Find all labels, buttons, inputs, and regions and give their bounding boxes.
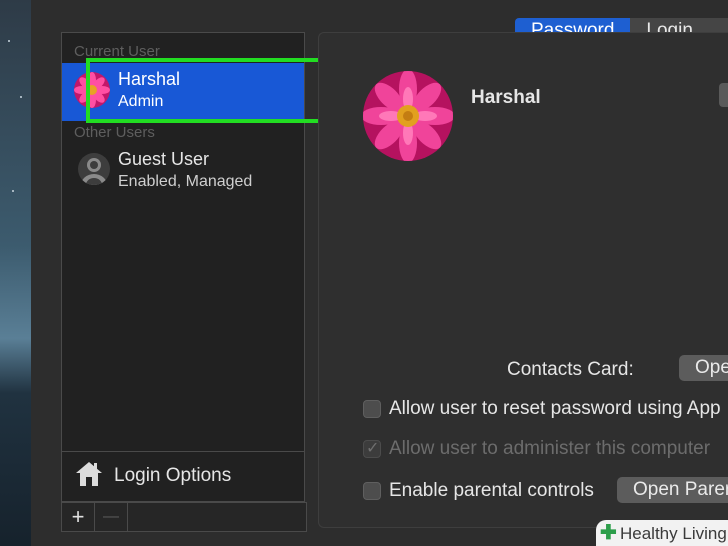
checkmark-icon: ✓ — [366, 440, 380, 457]
add-user-button[interactable]: + — [62, 503, 95, 531]
user-picture[interactable] — [363, 71, 453, 161]
full-name-label: Harshal — [471, 87, 541, 108]
parental-controls-row[interactable]: Enable parental controls — [363, 478, 603, 504]
administer-checkbox: ✓ — [363, 440, 381, 458]
pink-flower-avatar — [74, 72, 110, 108]
user-name-harshal: Harshal — [118, 69, 181, 89]
plus-icon: + — [71, 504, 85, 529]
user-details-pane: Harshal Contacts Card: Open... Allow use… — [318, 32, 728, 528]
reset-password-label: Allow user to reset password using App — [389, 398, 721, 419]
cross-logo-icon: ✚ — [600, 522, 617, 544]
contacts-card-label: Contacts Card: — [507, 359, 634, 380]
contacts-open-button[interactable]: Open... — [679, 355, 728, 381]
reset-password-checkbox[interactable] — [363, 400, 381, 418]
house-icon — [74, 459, 104, 494]
login-options-button[interactable]: Login Options — [74, 457, 294, 493]
change-password-button[interactable] — [719, 83, 728, 107]
user-row-guest[interactable]: Guest User Enabled, Managed — [62, 143, 304, 201]
reset-password-row[interactable]: Allow user to reset password using App — [363, 396, 728, 422]
user-row-harshal[interactable]: Harshal Admin — [62, 63, 304, 121]
other-users-header: Other Users — [74, 124, 155, 141]
administer-label: Allow user to administer this computer — [389, 438, 711, 459]
sidebar-footer: + — — [61, 502, 307, 532]
open-parental-controls-button[interactable]: Open Parer — [617, 477, 728, 503]
watermark-text: Healthy Living — [620, 524, 727, 543]
sidebar-divider — [62, 451, 304, 452]
minus-icon: — — [103, 508, 119, 525]
user-role-harshal: Admin — [118, 93, 164, 110]
user-list-sidebar: Current User Harshal Admin Other Users G… — [61, 32, 305, 502]
parental-controls-checkbox[interactable] — [363, 482, 381, 500]
user-status-guest: Enabled, Managed — [118, 173, 253, 190]
login-options-label: Login Options — [114, 465, 232, 486]
administer-row: ✓ Allow user to administer this computer — [363, 436, 728, 462]
users-groups-window: Password Login Iter Current User — [31, 0, 728, 546]
remove-user-button[interactable]: — — [95, 503, 128, 531]
current-user-header: Current User — [74, 43, 160, 60]
guest-user-icon — [78, 153, 110, 185]
user-name-guest: Guest User — [118, 149, 210, 169]
healthy-living-watermark: ✚ Healthy Living — [596, 520, 728, 546]
desktop-background — [0, 0, 31, 546]
parental-controls-label: Enable parental controls — [389, 480, 594, 501]
